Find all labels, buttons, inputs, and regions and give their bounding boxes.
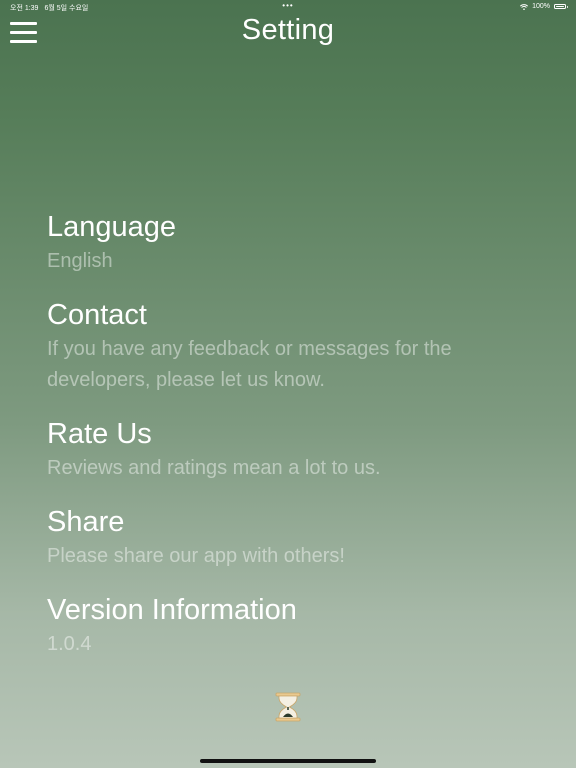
settings-list: Language English Contact If you have any… (47, 208, 516, 679)
battery-percent: 100% (532, 3, 550, 10)
home-indicator[interactable] (200, 759, 376, 763)
setting-share[interactable]: Share Please share our app with others! (47, 503, 516, 572)
setting-description: Please share our app with others! (47, 545, 345, 567)
setting-title: Version Information (47, 594, 297, 626)
battery-icon (554, 4, 568, 9)
setting-language[interactable]: Language English (47, 208, 516, 277)
status-date: 6월 5일 수요일 (44, 5, 89, 12)
header: Setting (0, 12, 576, 50)
page-title: Setting (241, 14, 335, 46)
setting-description: 1.0.4 (47, 633, 92, 655)
setting-rate-us[interactable]: Rate Us Reviews and ratings mean a lot t… (47, 415, 516, 484)
setting-title: Language (47, 211, 177, 243)
setting-version-information[interactable]: Version Information 1.0.4 (47, 591, 516, 660)
status-time: 오전 1:39 (10, 5, 39, 12)
status-right: 100% (520, 3, 568, 10)
wifi-icon (520, 3, 529, 10)
setting-description: Reviews and ratings mean a lot to us. (47, 457, 381, 479)
setting-contact[interactable]: Contact If you have any feedback or mess… (47, 296, 516, 396)
setting-title: Rate Us (47, 418, 152, 450)
multitasking-dots[interactable]: ••• (282, 1, 293, 10)
setting-title: Share (47, 506, 125, 538)
setting-description: English (47, 250, 113, 272)
setting-title: Contact (47, 299, 147, 331)
setting-description: If you have any feedback or messages for… (47, 338, 452, 391)
hourglass-icon (275, 692, 301, 722)
